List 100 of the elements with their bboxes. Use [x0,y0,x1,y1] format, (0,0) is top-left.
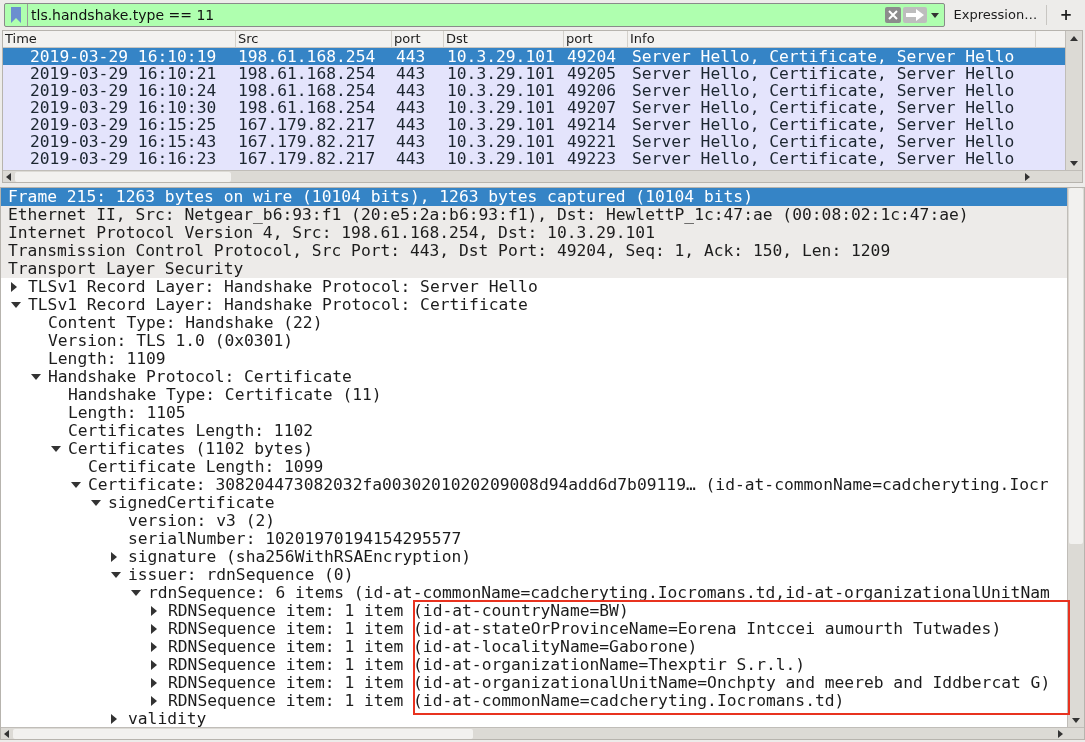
tree-row[interactable]: version: v3 (2) [1,512,1067,530]
table-cell-text: 10.3.29.101 [446,82,556,99]
expand-arrow-icon[interactable] [11,282,18,292]
table-cell-text: 49214 [566,116,617,133]
table-cell-text: 49221 [566,133,617,150]
packet-row[interactable]: 2019-03-29 16:15:25 167.179.82.217 443 10.3.29.101 49214 Server Hello, Certificate, Server Hello [3,116,1065,133]
table-cell-text: 49207 [566,99,617,116]
table-cell-text: 49204 [566,48,617,65]
packet-row[interactable]: 2019-03-29 16:16:23 167.179.82.217 443 10.3.29.101 49223 Server Hello, Certificate, Server Hello [3,150,1065,167]
table-cell-text: 2019-03-29 16:10:21 [29,65,218,82]
vertical-scrollbar[interactable] [1065,31,1082,170]
column-header[interactable]: Info [628,31,1036,47]
expression-button[interactable]: Expression… [948,3,1043,27]
tree-row[interactable]: validity [1,710,1067,727]
collapse-arrow-icon[interactable] [51,445,61,453]
tree-row[interactable]: signature (sha256WithRSAEncryption) [1,548,1067,566]
tree-row[interactable]: rdnSequence: 6 items (id-at-commonName=cadcheryting.Iocromans.td,id-at-organizationalUnitNam [1,584,1067,602]
collapse-arrow-icon[interactable] [11,301,21,309]
scroll-left-arrow-icon[interactable] [4,729,9,738]
expand-arrow-icon[interactable] [151,696,158,706]
column-header[interactable]: Time [3,31,236,47]
table-cell-text: 443 [395,116,427,133]
display-filter-field[interactable]: tls.handshake.type == 11 [4,3,945,27]
tree-row[interactable]: Transport Layer Security [1,260,1067,278]
tree-row[interactable]: Certificates Length: 1102 [1,422,1067,440]
vertical-scrollbar[interactable] [1067,188,1084,727]
tree-row[interactable]: Content Type: Handshake (22) [1,314,1067,332]
packet-row[interactable]: 2019-03-29 16:10:21 198.61.168.254 443 10.3.29.101 49205 Server Hello, Certificate, Server Hello [3,65,1065,82]
table-cell-text: Server Hello, Certificate, Server Hello [631,116,1016,133]
collapse-arrow-icon[interactable] [31,373,41,381]
tree-row[interactable]: signedCertificate [1,494,1067,512]
tree-row[interactable]: issuer: rdnSequence (0) [1,566,1067,584]
table-cell-text: 49223 [566,150,617,167]
scroll-right-arrow-icon[interactable] [1025,172,1030,181]
column-header[interactable]: port [392,31,444,47]
tree-row[interactable]: RDNSequence item: 1 item (id-at-organizationalUnitName=Onchpty and meereb and Iddbercat G) [1,674,1067,692]
tree-row[interactable]: Certificate: 308204473082032fa0030201020209008d94add6d7b09119… (id-at-commonName=cadcheryting.Iocr [1,476,1067,494]
tree-row[interactable]: RDNSequence item: 1 item (id-at-organizationName=Thexptir S.r.l.) [1,656,1067,674]
packet-row[interactable]: 2019-03-29 16:10:19 198.61.168.254 443 10.3.29.101 49204 Server Hello, Certificate, Server Hello [3,48,1065,65]
tree-row[interactable]: Certificates (1102 bytes) [1,440,1067,458]
tree-row[interactable]: TLSv1 Record Layer: Handshake Protocol: Server Hello [1,278,1067,296]
column-header[interactable]: Src [236,31,392,47]
tree-row[interactable]: RDNSequence item: 1 item (id-at-localityName=Gaborone) [1,638,1067,656]
tree-row[interactable]: Frame 215: 1263 bytes on wire (10104 bits), 1263 bytes captured (10104 bits) [1,188,1067,206]
scroll-right-arrow-icon[interactable] [1058,729,1063,738]
table-cell-text: Server Hello, Certificate, Server Hello [631,65,1016,82]
collapse-arrow-icon[interactable] [131,589,141,597]
table-cell-text: Server Hello, Certificate, Server Hello [631,48,1016,65]
scroll-down-arrow-icon[interactable] [1072,717,1080,723]
table-cell-text: 198.61.168.254 [237,65,377,82]
expand-arrow-icon[interactable] [111,552,118,562]
scroll-up-arrow-icon[interactable] [1070,35,1078,41]
table-cell-text: 2019-03-29 16:15:25 [29,116,218,133]
packet-row[interactable]: 2019-03-29 16:10:24 198.61.168.254 443 10.3.29.101 49206 Server Hello, Certificate, Server Hello [3,82,1065,99]
table-cell-text: 443 [395,48,427,65]
add-filter-button[interactable]: + [1051,3,1081,27]
tree-row[interactable]: Length: 1109 [1,350,1067,368]
expand-arrow-icon[interactable] [151,606,158,616]
tree-row[interactable]: Length: 1105 [1,404,1067,422]
scroll-down-arrow-icon[interactable] [1070,160,1078,166]
tree-row[interactable]: Handshake Protocol: Certificate [1,368,1067,386]
tree-row[interactable]: Internet Protocol Version 4, Src: 198.61.168.254, Dst: 10.3.29.101 [1,224,1067,242]
tree-row[interactable]: serialNumber: 10201970194154295577 [1,530,1067,548]
tree-row[interactable]: RDNSequence item: 1 item (id-at-commonName=cadcheryting.Iocromans.td) [1,692,1067,710]
table-cell-text: 10.3.29.101 [446,99,556,116]
column-header[interactable]: Dst [444,31,564,47]
scroll-left-arrow-icon[interactable] [6,172,11,181]
tree-row[interactable]: Transmission Control Protocol, Src Port: 443, Dst Port: 49204, Seq: 1, Ack: 150, Len: 1209 [1,242,1067,260]
horizontal-scrollbar[interactable] [3,170,1082,182]
packet-row[interactable]: 2019-03-29 16:15:43 167.179.82.217 443 10.3.29.101 49221 Server Hello, Certificate, Server Hello [3,133,1065,150]
table-cell-text: Server Hello, Certificate, Server Hello [631,82,1016,99]
collapse-arrow-icon[interactable] [91,499,101,507]
clear-icon[interactable] [884,7,901,23]
expand-arrow-icon[interactable] [151,642,158,652]
tree-row[interactable]: Handshake Type: Certificate (11) [1,386,1067,404]
packet-row[interactable]: 2019-03-29 16:10:30 198.61.168.254 443 10.3.29.101 49207 Server Hello, Certificate, Server Hello [3,99,1065,116]
table-cell-text: 10.3.29.101 [446,133,556,150]
dropdown-caret-icon[interactable] [930,12,939,18]
expand-arrow-icon[interactable] [151,660,158,670]
horizontal-scrollbar[interactable] [1,727,1084,739]
expand-arrow-icon[interactable] [111,714,118,724]
table-cell-text: 443 [395,150,427,167]
tree-row[interactable]: Version: TLS 1.0 (0x0301) [1,332,1067,350]
table-cell-text: 443 [395,65,427,82]
collapse-arrow-icon[interactable] [71,481,81,489]
table-cell-text: 10.3.29.101 [446,48,556,65]
tree-row[interactable]: RDNSequence item: 1 item (id-at-stateOrProvinceName=Eorena Intccei aumourth Tutwades) [1,620,1067,638]
table-cell-text: 2019-03-29 16:16:23 [29,150,218,167]
table-cell-text: 10.3.29.101 [446,65,556,82]
tree-row[interactable]: RDNSequence item: 1 item (id-at-countryName=BW) [1,602,1067,620]
column-header[interactable]: port [564,31,628,47]
table-cell-text: 167.179.82.217 [237,150,377,167]
tree-row[interactable]: Ethernet II, Src: Netgear_b6:93:f1 (20:e5:2a:b6:93:f1), Dst: HewlettP_1c:47:ae (00:08:02:1c:47:ae) [1,206,1067,224]
bookmark-icon[interactable] [11,7,21,23]
expand-arrow-icon[interactable] [151,678,158,688]
collapse-arrow-icon[interactable] [111,571,121,579]
table-cell-text: 443 [395,133,427,150]
tree-row[interactable]: Certificate Length: 1099 [1,458,1067,476]
expand-arrow-icon[interactable] [151,624,158,634]
tree-row[interactable]: TLSv1 Record Layer: Handshake Protocol: Certificate [1,296,1067,314]
